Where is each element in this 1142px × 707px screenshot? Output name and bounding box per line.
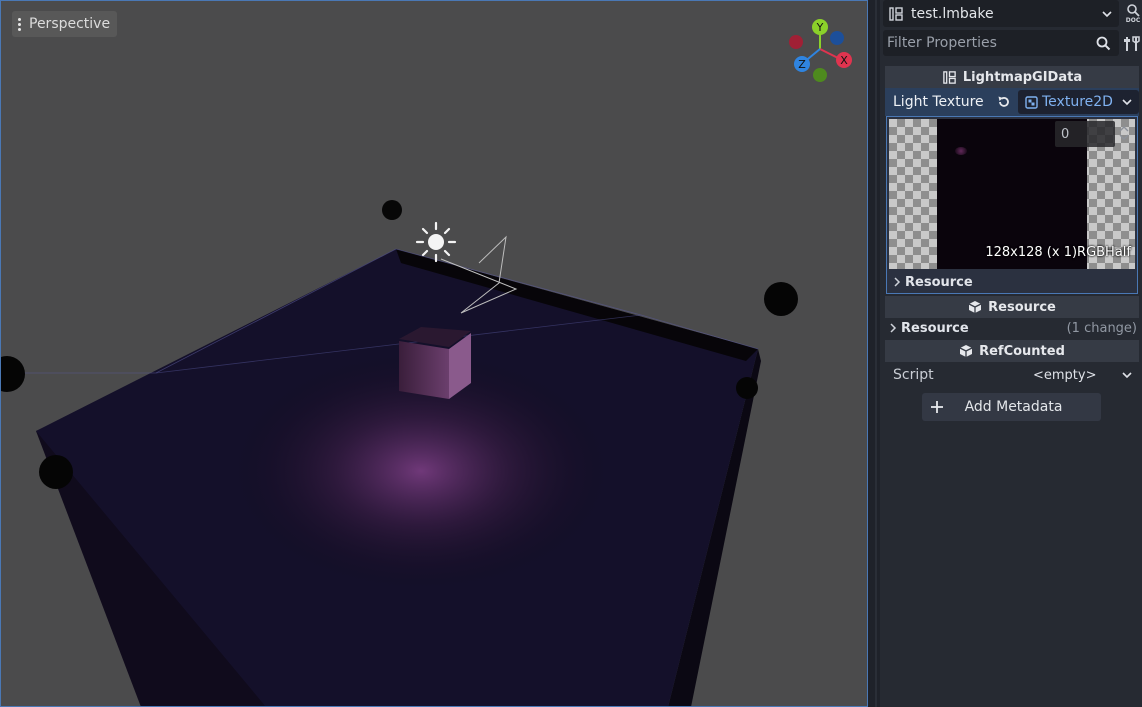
class-header-resource: Resource bbox=[885, 296, 1139, 318]
property-label: Light Texture bbox=[893, 94, 984, 110]
plus-icon bbox=[931, 401, 943, 413]
texture-resource-button[interactable]: Texture2D bbox=[1018, 90, 1139, 114]
class-header-refcounted: RefCounted bbox=[885, 340, 1139, 362]
inspector-panel: test.lmbake DOC LightmapGIData Light Tex… bbox=[880, 0, 1142, 707]
view-orientation-gizmo[interactable]: Y X Z bbox=[781, 15, 861, 89]
class-header-label: LightmapGIData bbox=[962, 69, 1083, 85]
change-count: (1 change) bbox=[1066, 320, 1137, 336]
chevron-right-icon bbox=[894, 277, 901, 287]
probe-sphere bbox=[736, 377, 758, 399]
texture-type-label: Texture2D bbox=[1042, 94, 1113, 110]
property-light-texture: Light Texture Texture2D bbox=[885, 88, 1139, 116]
script-value: <empty> bbox=[1033, 367, 1097, 383]
property-group-resource[interactable]: Resource (1 change) bbox=[885, 318, 1139, 338]
group-label: Resource bbox=[901, 320, 969, 336]
probe-sphere bbox=[1, 356, 25, 392]
gizmo-y-label: Y bbox=[816, 21, 824, 34]
probe-sphere bbox=[39, 455, 73, 489]
inspector-tools-icon[interactable] bbox=[1122, 34, 1142, 54]
class-header-label: Resource bbox=[988, 299, 1056, 315]
scene-render[interactable] bbox=[1, 1, 868, 707]
texture-resource-subsection[interactable]: Resource bbox=[887, 271, 1137, 293]
directional-light-gizmo[interactable] bbox=[415, 221, 457, 263]
resource-picker[interactable]: test.lmbake bbox=[883, 0, 1119, 27]
filter-properties-input[interactable] bbox=[883, 34, 1096, 52]
texture-editor-panel: 128x128 (x 1)RGBHalf Resource bbox=[886, 116, 1138, 294]
chevron-down-icon bbox=[1102, 10, 1112, 17]
resource-name: test.lmbake bbox=[911, 5, 994, 22]
3d-viewport[interactable]: Perspective Y X Z bbox=[0, 0, 868, 707]
filter-properties-box[interactable] bbox=[883, 30, 1119, 56]
property-script: Script <empty> bbox=[885, 364, 1139, 386]
texture-preview: 128x128 (x 1)RGBHalf bbox=[889, 119, 1135, 269]
property-label: Script bbox=[893, 367, 934, 383]
class-header-label: RefCounted bbox=[979, 343, 1065, 359]
panel-splitter[interactable] bbox=[868, 0, 880, 707]
spin-arrows-icon[interactable] bbox=[1119, 125, 1129, 141]
add-metadata-label: Add Metadata bbox=[964, 399, 1063, 415]
lightmap-data-icon bbox=[943, 70, 956, 84]
probe-sphere bbox=[764, 282, 798, 316]
add-metadata-button[interactable]: Add Metadata bbox=[922, 393, 1101, 421]
gizmo-neg-x[interactable] bbox=[789, 35, 803, 49]
search-icon bbox=[1096, 36, 1111, 50]
perspective-menu-button[interactable]: Perspective bbox=[12, 11, 118, 37]
chevron-down-icon bbox=[1122, 372, 1132, 379]
svg-text:DOC: DOC bbox=[1126, 17, 1141, 23]
layer-input[interactable] bbox=[1055, 125, 1105, 143]
cube-front bbox=[399, 341, 449, 399]
resource-icon bbox=[968, 301, 982, 313]
texture2d-icon bbox=[1025, 95, 1038, 109]
gizmo-z-label: Z bbox=[798, 58, 806, 71]
gizmo-neg-z[interactable] bbox=[830, 31, 844, 45]
chevron-down-icon bbox=[1122, 99, 1132, 106]
perspective-label: Perspective bbox=[29, 16, 111, 32]
refcounted-icon bbox=[959, 345, 973, 357]
texture-info: 128x128 (x 1)RGBHalf bbox=[985, 245, 1131, 260]
chevron-right-icon bbox=[890, 323, 897, 333]
lightmap-data-icon bbox=[889, 6, 903, 21]
gizmo-neg-y[interactable] bbox=[813, 68, 827, 82]
kebab-icon bbox=[18, 17, 21, 31]
open-docs-icon[interactable]: DOC bbox=[1124, 3, 1142, 23]
subsection-label: Resource bbox=[905, 274, 973, 290]
revert-icon[interactable] bbox=[994, 95, 1014, 109]
gizmo-x-label: X bbox=[840, 54, 848, 67]
layer-spinbox[interactable] bbox=[1055, 121, 1129, 147]
class-header-lightmapgidata: LightmapGIData bbox=[885, 66, 1139, 88]
script-picker[interactable]: <empty> bbox=[1033, 368, 1139, 383]
probe-sphere bbox=[382, 200, 402, 220]
